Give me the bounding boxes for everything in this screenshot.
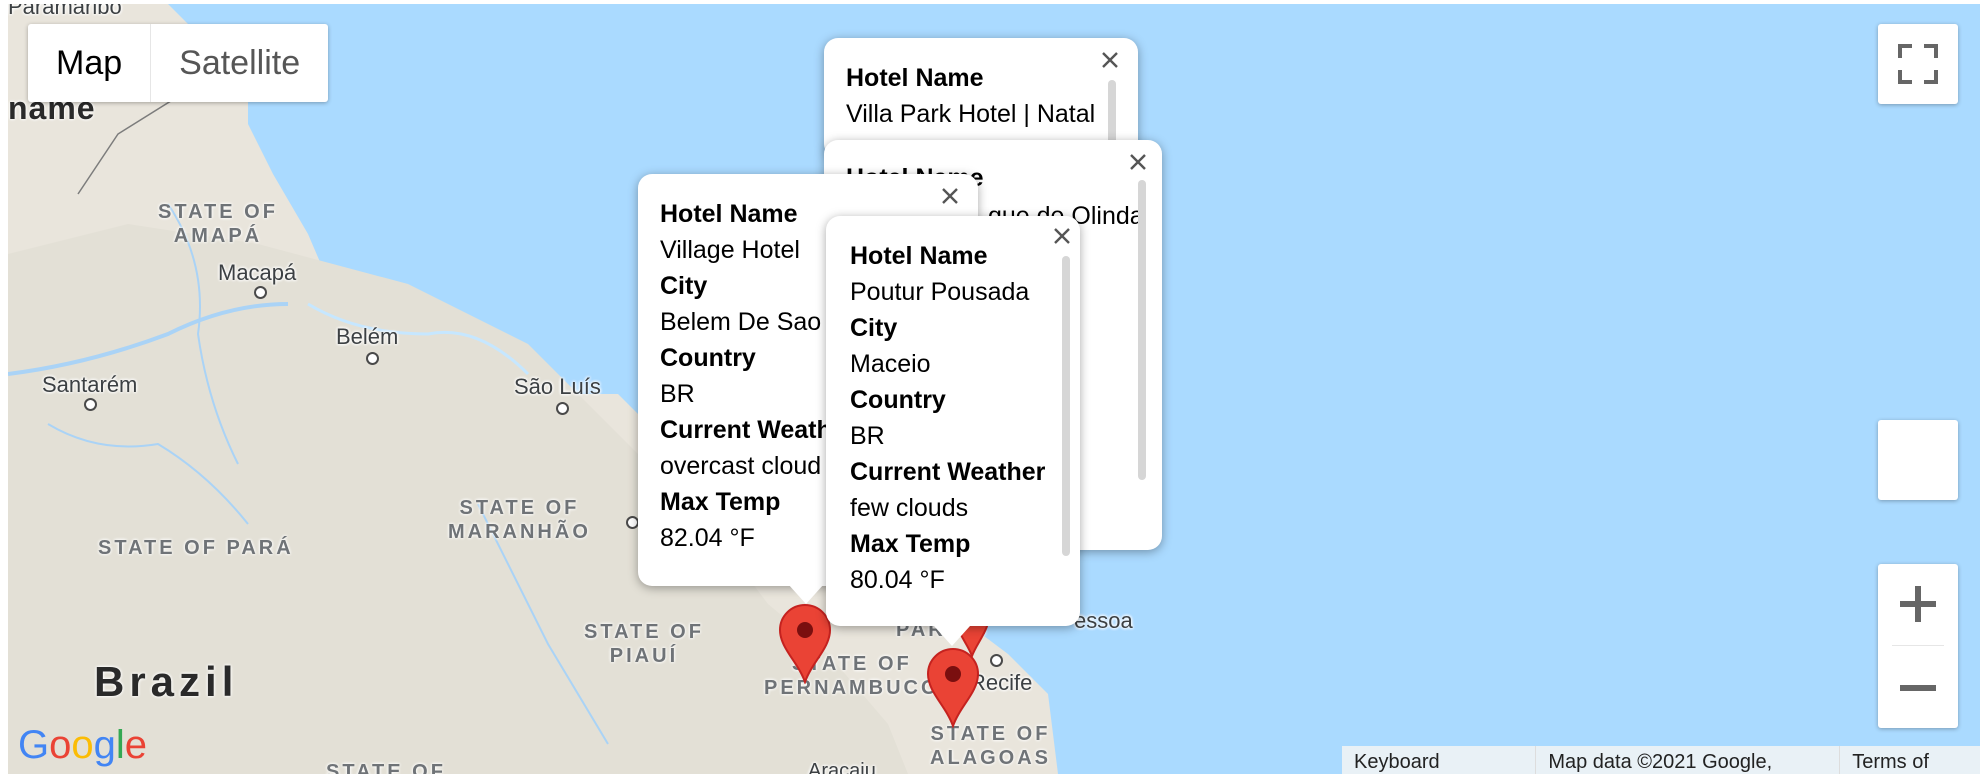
info-window-tail (788, 584, 824, 604)
info-window-content: Hotel Name Villa Park Hotel | Natal (846, 60, 1095, 132)
map-type-satellite-button[interactable]: Satellite (151, 24, 328, 102)
field-value-hotel-name: Village Hotel (660, 236, 800, 264)
google-logo[interactable]: Google (18, 723, 148, 768)
field-value-country: BR (850, 422, 885, 450)
label-joao-pessoa: essoa (1074, 608, 1133, 633)
info-window-content: Hotel Name Poutur Pousada City Maceio Co… (850, 238, 1045, 598)
close-icon[interactable] (1126, 150, 1150, 174)
svg-text:Google: Google (18, 724, 147, 767)
map-type-map-button[interactable]: Map (28, 24, 150, 102)
label-macapa: Macapá (218, 260, 297, 285)
field-value-country: BR (660, 380, 695, 408)
keyboard-shortcuts-link[interactable]: Keyboard shortcuts (1342, 746, 1535, 774)
field-value-hotel-name: Villa Park Hotel | Natal (846, 100, 1096, 128)
field-value-max-temp: 80.04 °F (850, 566, 945, 594)
label-state-piaui: STATE OF PIAUÍ (584, 621, 704, 667)
label-state-sergipe-fragment: STATE OF (326, 761, 446, 774)
label-belem: Belém (336, 324, 399, 349)
field-value-hotel-name: Poutur Pousada (850, 278, 1030, 306)
city-dot-belem (366, 352, 379, 365)
field-value-weather: overcast cloud (660, 452, 822, 480)
fullscreen-button[interactable] (1878, 24, 1958, 104)
field-label-weather: Current Weather (850, 458, 1046, 486)
zoom-control (1878, 564, 1958, 728)
field-label-hotel-name: Hotel Name (660, 200, 798, 228)
field-label-city: City (660, 272, 708, 300)
zoom-out-button[interactable] (1878, 648, 1958, 728)
field-label-country: Country (660, 344, 756, 372)
label-state-alagoas: STATE OF ALAGOAS (930, 723, 1051, 769)
minus-icon (1900, 685, 1936, 691)
field-value-city: Maceio (850, 350, 931, 378)
city-dot-sao-luis (556, 402, 569, 415)
label-sao-luis: São Luís (514, 374, 601, 399)
marker-icon (926, 648, 980, 730)
field-label-country: Country (850, 386, 946, 414)
map-canvas[interactable]: Paramaribo name STATE OF AMAPÁ Macapá Be… (8, 4, 1980, 774)
scrollbar[interactable] (1062, 256, 1070, 556)
label-state-amapa: STATE OF AMAPÁ (158, 201, 278, 247)
label-paramaribo: Paramaribo (8, 4, 122, 19)
label-state-maranhao: STATE OF MARANHÃO (448, 497, 591, 543)
zoom-in-button[interactable] (1878, 564, 1958, 644)
map-type-control: Map Satellite (28, 24, 329, 102)
field-label-city: City (850, 314, 898, 342)
scrollbar[interactable] (1138, 180, 1146, 480)
divider (1892, 645, 1944, 646)
fullscreen-icon (1898, 44, 1938, 84)
close-icon[interactable] (938, 184, 962, 208)
info-window-poutur: Hotel Name Poutur Pousada City Maceio Co… (826, 216, 1080, 626)
map-data-text: Map data ©2021 Google, INEGI (1535, 746, 1839, 774)
google-logo-icon: Google (18, 723, 147, 767)
label-santarem: Santarém (42, 372, 138, 397)
close-icon[interactable] (1050, 224, 1074, 248)
info-window-tail (934, 626, 970, 646)
field-label-hotel-name: Hotel Name (846, 64, 984, 92)
map-marker-poutur[interactable] (926, 648, 980, 730)
field-label-weather: Current Weath (660, 416, 832, 444)
attribution-bar: Keyboard shortcuts Map data ©2021 Google… (1342, 746, 1980, 774)
field-value-max-temp: 82.04 °F (660, 524, 755, 552)
close-icon[interactable] (1098, 48, 1122, 72)
plus-icon (1900, 586, 1936, 622)
map-marker-village[interactable] (778, 604, 832, 686)
city-dot-santarem (84, 398, 97, 411)
field-value-weather: few clouds (850, 494, 969, 522)
info-window-content: Hotel Name Village Hotel City Belem De S… (660, 196, 843, 556)
label-state-para: STATE OF PARÁ (98, 537, 294, 559)
city-dot-macapa (254, 286, 267, 299)
field-label-max-temp: Max Temp (850, 530, 971, 558)
street-view-control[interactable] (1878, 420, 1958, 500)
field-label-hotel-name: Hotel Name (850, 242, 988, 270)
label-country-brazil: Brazil (94, 658, 239, 705)
field-value-city: Belem De Sao F (660, 308, 844, 336)
terms-of-use-link[interactable]: Terms of Use (1839, 746, 1980, 774)
marker-icon (778, 604, 832, 686)
field-label-max-temp: Max Temp (660, 488, 781, 516)
label-aracaju: Aracaju (808, 760, 876, 774)
